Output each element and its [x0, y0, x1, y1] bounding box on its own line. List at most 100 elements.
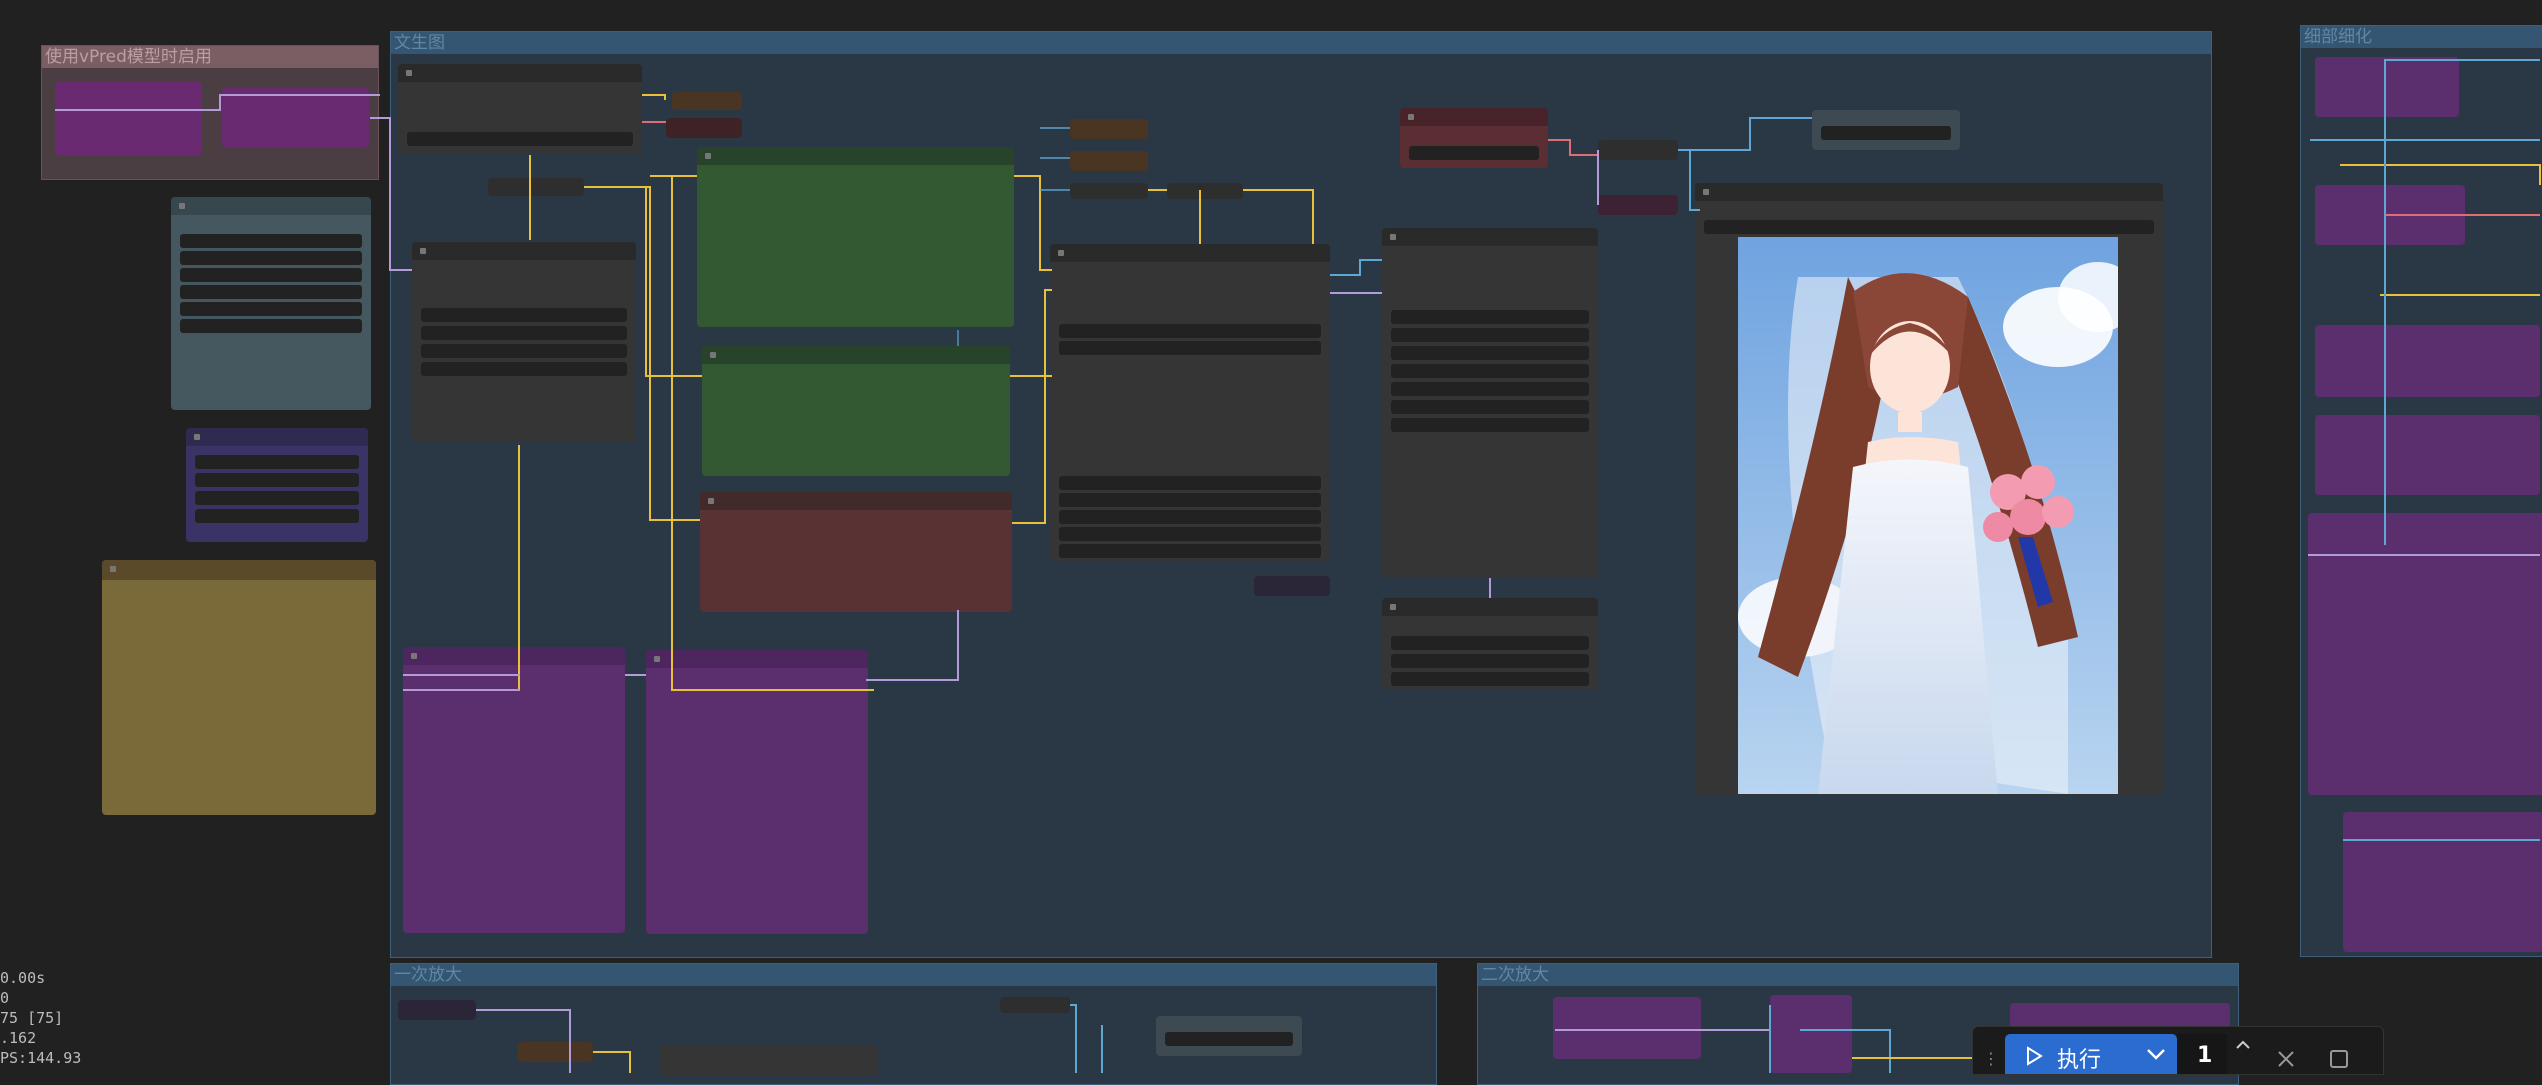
- positive-prompt-node-2[interactable]: [702, 346, 1010, 476]
- widget-row[interactable]: [195, 455, 359, 469]
- upscale2-node-b[interactable]: [1770, 995, 1852, 1073]
- reroute-b[interactable]: [666, 118, 742, 138]
- upscale-sampler-node[interactable]: [660, 1045, 878, 1075]
- node-header[interactable]: [1382, 598, 1598, 616]
- widget-row[interactable]: [1391, 654, 1589, 668]
- widget-row[interactable]: [1391, 672, 1589, 686]
- reroute-i[interactable]: [1598, 140, 1678, 160]
- widget-row[interactable]: [195, 491, 359, 505]
- node-header[interactable]: [697, 147, 1014, 165]
- widget-row[interactable]: [1059, 527, 1321, 541]
- node-header[interactable]: [403, 647, 625, 665]
- reroute-c[interactable]: [488, 178, 584, 196]
- node-header[interactable]: [702, 346, 1010, 364]
- widget-row[interactable]: [1391, 400, 1589, 414]
- vpred-node-a[interactable]: [55, 82, 202, 156]
- widget-row[interactable]: [421, 362, 627, 376]
- clip-skip-node[interactable]: [412, 242, 636, 442]
- close-icon[interactable]: [2276, 1049, 2296, 1069]
- widget-row[interactable]: [1059, 324, 1321, 338]
- reroute-d[interactable]: [1070, 119, 1148, 139]
- node-header[interactable]: [1695, 183, 2163, 201]
- node-header[interactable]: [1050, 244, 1330, 262]
- reroute-k[interactable]: [518, 1042, 593, 1062]
- node-header[interactable]: [1382, 228, 1598, 246]
- run-button[interactable]: 执行: [2005, 1034, 2177, 1074]
- vpred-node-b[interactable]: [222, 88, 369, 148]
- ckpt-name-widget[interactable]: [407, 132, 633, 146]
- node-header[interactable]: [186, 428, 368, 446]
- toggle-row[interactable]: [180, 234, 362, 248]
- reroute-f[interactable]: [1070, 183, 1148, 199]
- detail-node-c[interactable]: [2315, 325, 2540, 397]
- positive-prompt-node[interactable]: [697, 147, 1014, 327]
- ksampler-node[interactable]: [1050, 244, 1330, 562]
- widget-row[interactable]: [195, 509, 359, 523]
- node-header[interactable]: [171, 197, 371, 215]
- widget-row[interactable]: [1059, 544, 1321, 558]
- node-header[interactable]: [412, 242, 636, 260]
- widget-row[interactable]: [1059, 341, 1321, 355]
- node-header[interactable]: [700, 492, 1012, 510]
- empty-latent-node[interactable]: [1382, 598, 1598, 690]
- reroute-a[interactable]: [672, 92, 742, 110]
- widget-row[interactable]: [421, 308, 627, 322]
- widget-row[interactable]: [1391, 346, 1589, 360]
- widget-row[interactable]: [1059, 493, 1321, 507]
- lora-stack-node[interactable]: [171, 197, 371, 410]
- widget-row[interactable]: [1165, 1032, 1293, 1046]
- upscale-output-node[interactable]: [1156, 1016, 1302, 1056]
- lora-loader-node-b[interactable]: [646, 650, 868, 934]
- vae-decode-node[interactable]: [1812, 110, 1960, 150]
- detail-node-b[interactable]: [2315, 185, 2465, 245]
- toggle-row[interactable]: [180, 285, 362, 299]
- upscale-model-node[interactable]: [398, 1000, 476, 1020]
- reroute-j[interactable]: [1598, 195, 1678, 215]
- widget-row[interactable]: [1391, 310, 1589, 324]
- checkpoint-loader-node[interactable]: [398, 64, 642, 154]
- latent-size-node[interactable]: [1382, 228, 1598, 578]
- detail-node-e[interactable]: [2308, 513, 2542, 795]
- node-header[interactable]: [1400, 108, 1548, 126]
- widget-row[interactable]: [1391, 328, 1589, 342]
- widget-row[interactable]: [1391, 364, 1589, 378]
- batch-count-input[interactable]: 1: [2177, 1034, 2227, 1074]
- chevron-down-icon[interactable]: [2145, 1047, 2167, 1061]
- node-header[interactable]: [398, 64, 642, 82]
- stop-icon[interactable]: [2329, 1049, 2349, 1069]
- reroute-h[interactable]: [1254, 576, 1330, 596]
- perf-stats: 0.00s 0 75 [75] .162 PS:144.93: [0, 968, 81, 1068]
- lora-loader-node-a[interactable]: [403, 647, 625, 933]
- drag-handle-icon[interactable]: ⋮: [1983, 1049, 1999, 1068]
- upscale2-node-a[interactable]: [1553, 997, 1701, 1059]
- note-node[interactable]: [102, 560, 376, 815]
- widget-row[interactable]: [421, 344, 627, 358]
- reroute-e[interactable]: [1070, 151, 1148, 171]
- widget-row[interactable]: [1821, 126, 1951, 140]
- widget-row[interactable]: [1704, 220, 2154, 234]
- reroute-l[interactable]: [1000, 997, 1070, 1013]
- toggle-row[interactable]: [180, 319, 362, 333]
- seed-node[interactable]: [186, 428, 368, 542]
- vae-loader-node[interactable]: [1400, 108, 1548, 168]
- vae-name-widget[interactable]: [1409, 146, 1539, 160]
- node-header[interactable]: [102, 560, 376, 580]
- toggle-row[interactable]: [180, 268, 362, 282]
- toggle-row[interactable]: [180, 251, 362, 265]
- widget-row[interactable]: [195, 473, 359, 487]
- widget-row[interactable]: [1391, 382, 1589, 396]
- detail-node-f[interactable]: [2343, 812, 2542, 952]
- toggle-row[interactable]: [180, 302, 362, 316]
- widget-row[interactable]: [1391, 636, 1589, 650]
- widget-row[interactable]: [1391, 418, 1589, 432]
- node-header[interactable]: [646, 650, 868, 668]
- widget-row[interactable]: [421, 326, 627, 340]
- reroute-g[interactable]: [1167, 183, 1243, 199]
- preview-image: [1738, 237, 2118, 794]
- widget-row[interactable]: [1059, 510, 1321, 524]
- widget-row[interactable]: [1059, 476, 1321, 490]
- detail-node-d[interactable]: [2315, 415, 2540, 495]
- negative-prompt-node[interactable]: [700, 492, 1012, 612]
- detail-node-a[interactable]: [2315, 57, 2459, 117]
- chevron-up-icon[interactable]: [2235, 1040, 2251, 1050]
